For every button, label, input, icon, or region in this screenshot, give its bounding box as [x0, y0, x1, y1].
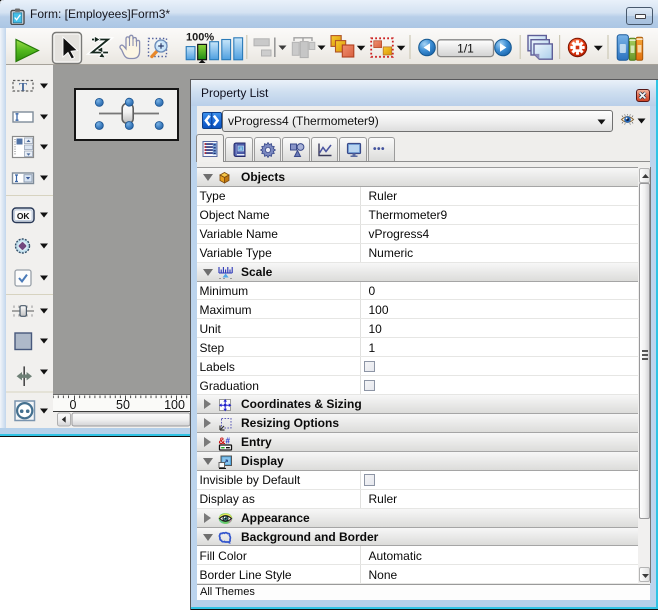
svg-text:OK: OK: [17, 211, 31, 221]
svg-text:1/1: 1/1: [457, 41, 474, 55]
svg-text:#: #: [226, 436, 231, 445]
svg-text:50: 50: [116, 398, 130, 411]
svg-text:T: T: [19, 80, 27, 94]
svg-text:100: 100: [164, 398, 185, 411]
svg-text:0: 0: [70, 398, 77, 411]
svg-text:-0: -0: [238, 147, 241, 151]
